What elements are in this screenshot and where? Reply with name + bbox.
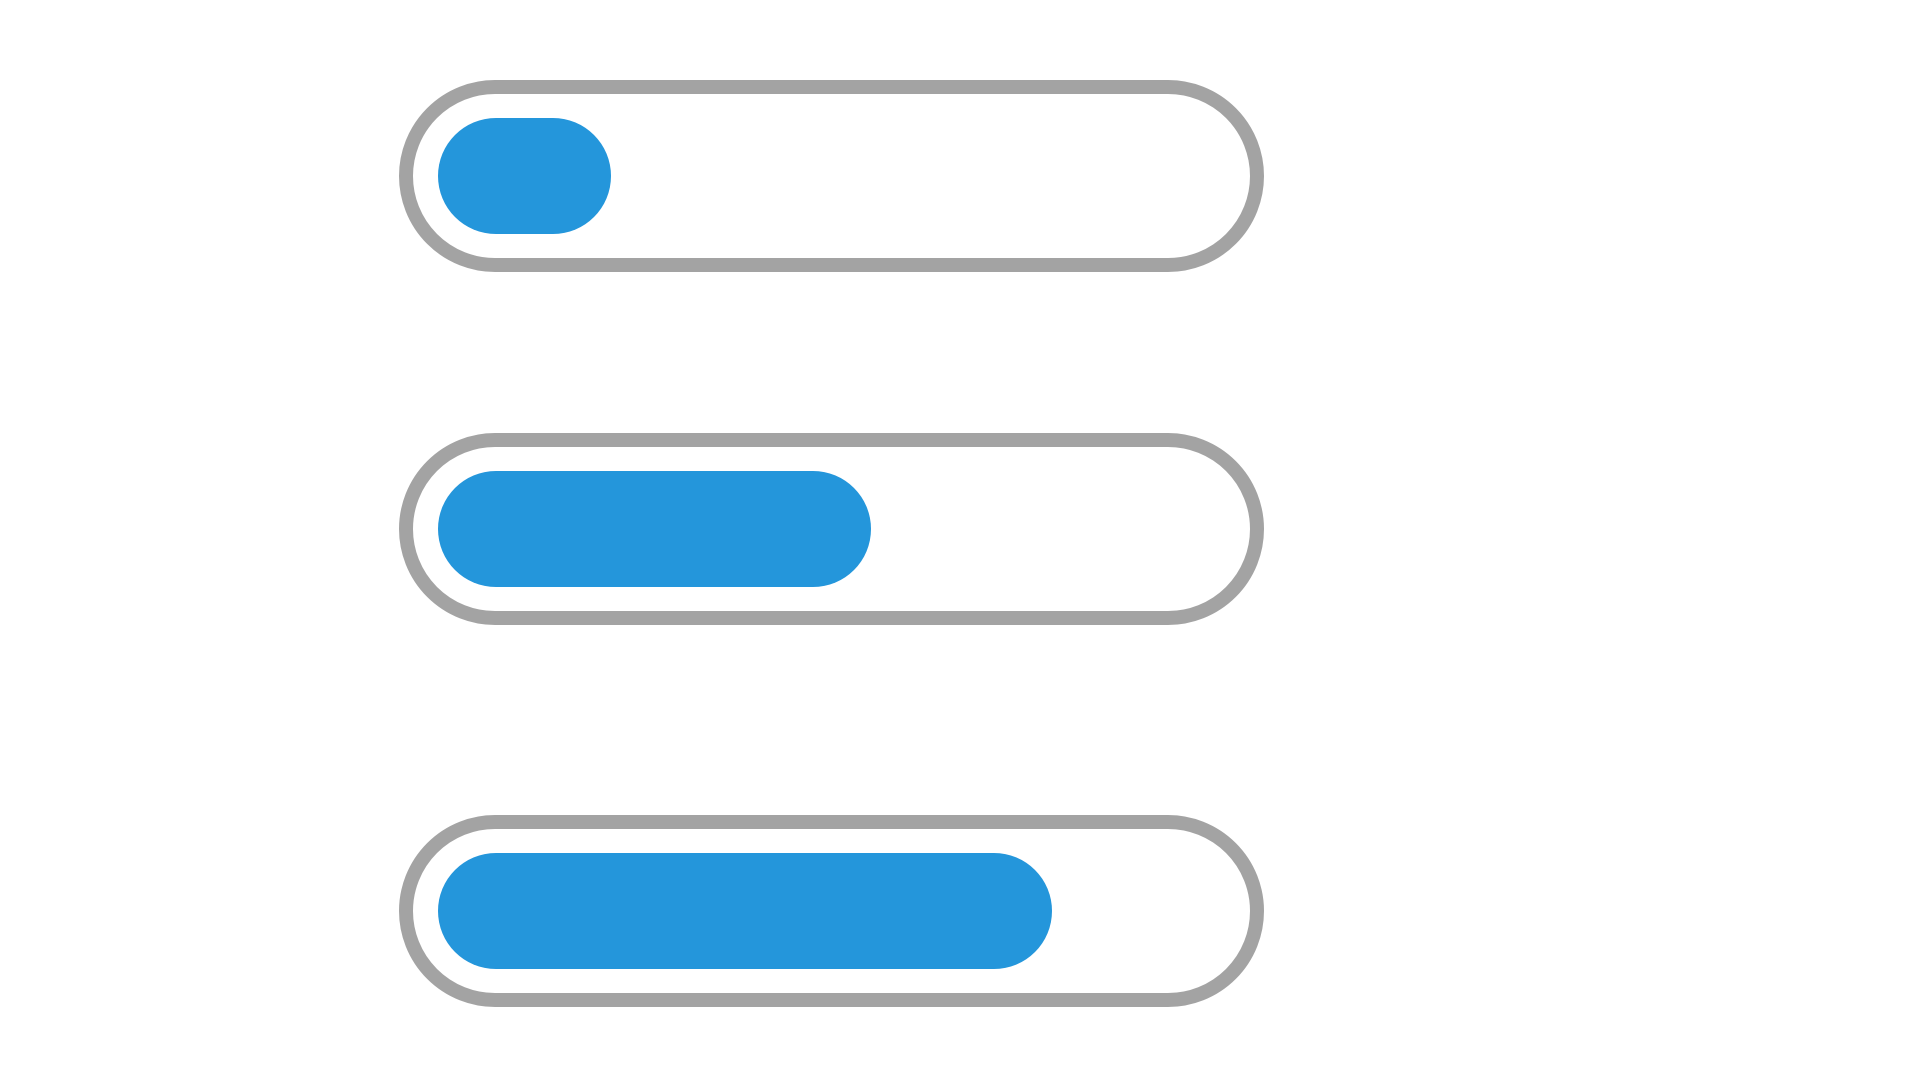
progress-bar-3 [399,815,1264,1007]
progress-fill-1 [438,118,612,234]
progress-bars-canvas [0,0,1920,1080]
progress-bar-1 [399,80,1264,272]
progress-fill-3 [438,853,1052,969]
progress-bar-2 [399,433,1264,625]
progress-fill-2 [438,471,871,587]
